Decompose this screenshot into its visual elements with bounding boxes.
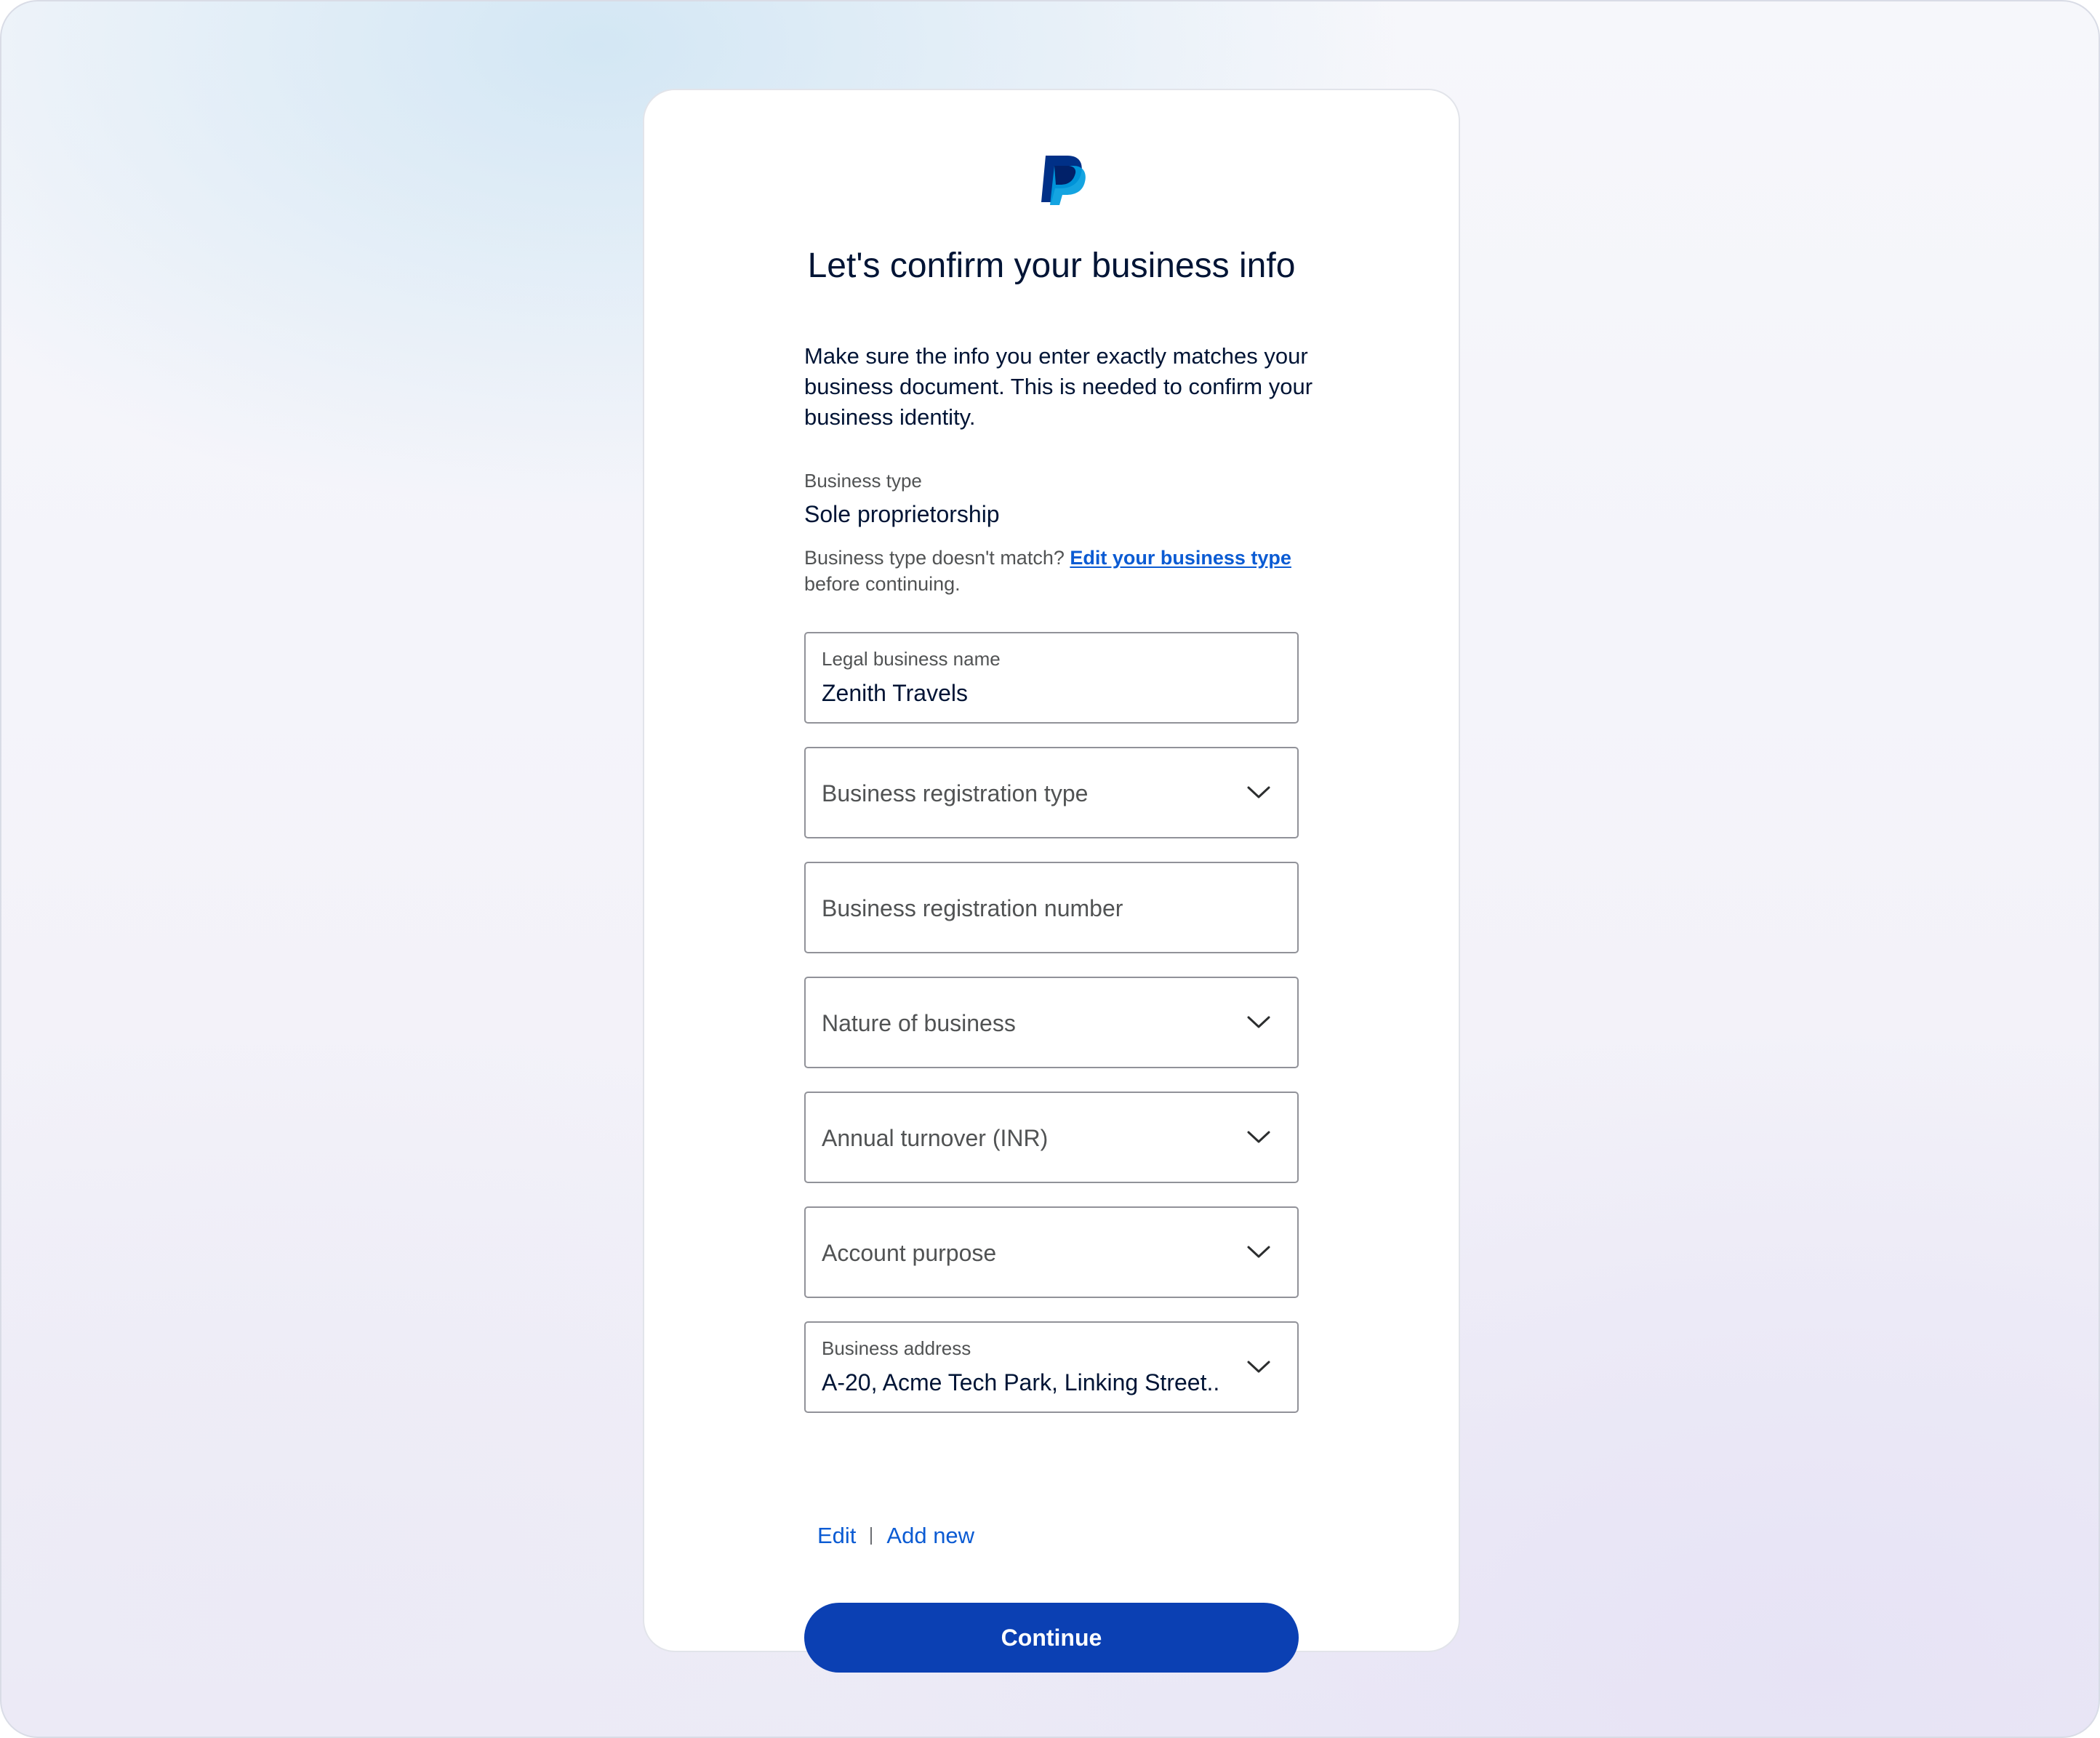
chevron-down-icon: [1247, 1016, 1270, 1028]
legal-business-name-value: Zenith Travels: [822, 680, 968, 706]
account-purpose-select[interactable]: Account purpose: [804, 1206, 1299, 1298]
chevron-down-icon: [1247, 1361, 1270, 1373]
edit-business-type-link[interactable]: Edit your business type: [1070, 547, 1291, 569]
link-divider: [870, 1527, 873, 1545]
legal-business-name-field[interactable]: Legal business name Zenith Travels: [804, 632, 1299, 724]
chevron-down-icon: [1247, 786, 1270, 798]
business-type-caption: Business type: [804, 470, 922, 492]
chevron-down-icon: [1247, 1131, 1270, 1143]
business-registration-number-field[interactable]: Business registration number: [804, 862, 1299, 953]
business-address-value: A-20, Acme Tech Park, Linking Street..: [822, 1369, 1220, 1395]
page-title: Let's confirm your business info: [807, 247, 1296, 285]
business-info-card: Let's confirm your business info Make su…: [643, 89, 1460, 1673]
account-purpose-placeholder: Account purpose: [822, 1240, 997, 1266]
edit-address-link[interactable]: Edit: [817, 1523, 856, 1548]
mismatch-prefix: Business type doesn't match?: [804, 547, 1070, 569]
chevron-down-icon: [1247, 1246, 1270, 1258]
address-actions: Edit Add new: [817, 1521, 974, 1550]
business-type-value: Sole proprietorship: [804, 501, 1000, 527]
business-registration-number-placeholder: Business registration number: [822, 895, 1123, 921]
nature-of-business-placeholder: Nature of business: [822, 1010, 1016, 1036]
add-new-address-link[interactable]: Add new: [886, 1523, 974, 1548]
business-address-label: Business address: [822, 1337, 971, 1359]
continue-button[interactable]: Continue: [804, 1603, 1299, 1673]
annual-turnover-select[interactable]: Annual turnover (INR): [804, 1092, 1299, 1183]
business-type-mismatch-text: Business type doesn't match? Edit your b…: [804, 545, 1313, 597]
intro-text: Make sure the info you enter exactly mat…: [804, 343, 1313, 430]
business-registration-type-select[interactable]: Business registration type: [804, 747, 1299, 838]
business-registration-type-placeholder: Business registration type: [822, 780, 1089, 806]
paypal-logo-icon: [1041, 156, 1086, 205]
business-address-select[interactable]: Business address A-20, Acme Tech Park, L…: [804, 1321, 1299, 1413]
page-background: Let's confirm your business info Make su…: [0, 0, 2100, 1738]
legal-business-name-label: Legal business name: [822, 648, 1001, 670]
mismatch-suffix: before continuing.: [804, 573, 961, 595]
annual-turnover-placeholder: Annual turnover (INR): [822, 1125, 1049, 1151]
nature-of-business-select[interactable]: Nature of business: [804, 977, 1299, 1068]
